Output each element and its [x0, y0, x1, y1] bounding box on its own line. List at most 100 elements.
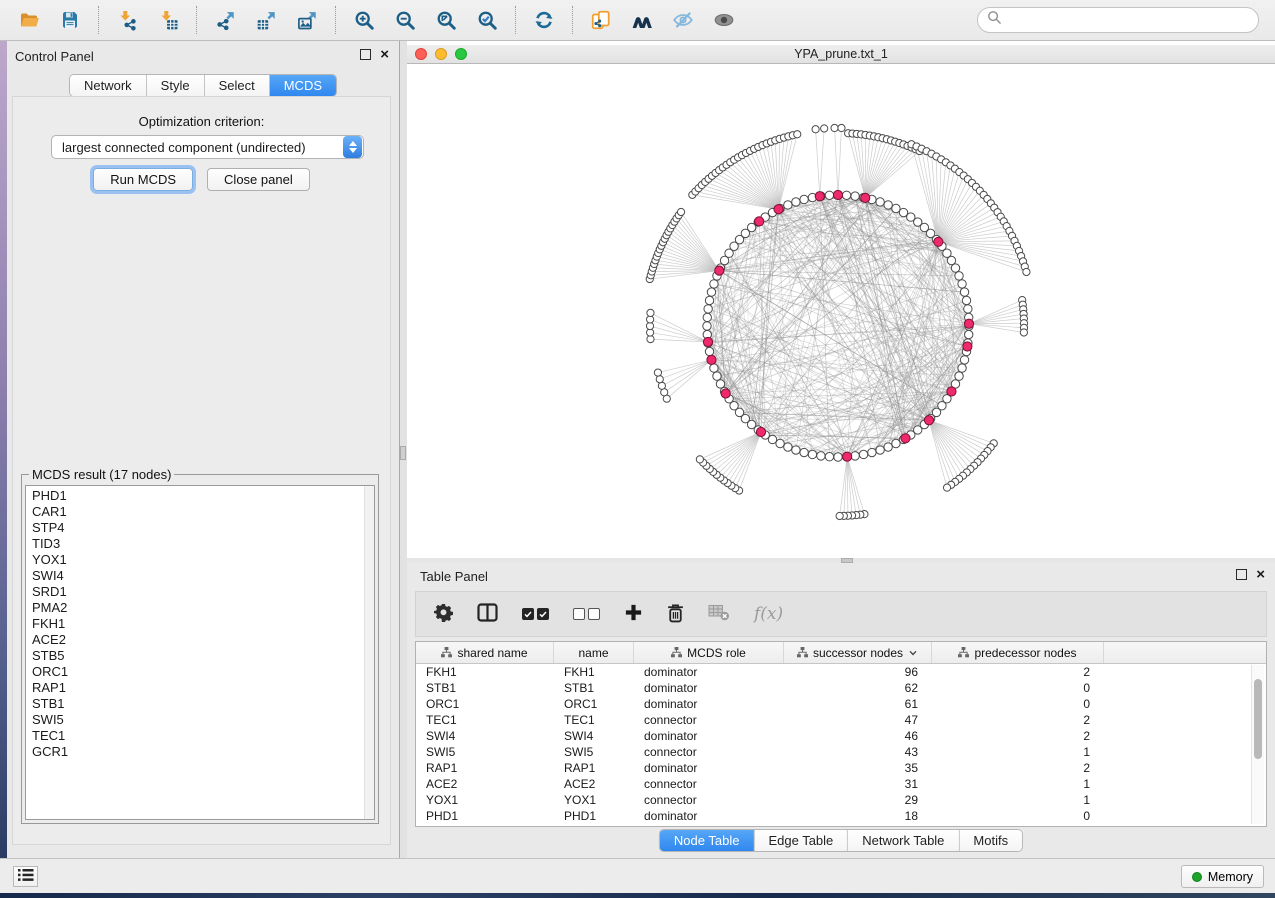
cell-shared-name: YOX1	[416, 793, 554, 807]
result-node[interactable]: TEC1	[32, 728, 374, 744]
cell-predecessor-nodes: 2	[932, 761, 1104, 775]
result-node[interactable]: SRD1	[32, 584, 374, 600]
table-settings-button[interactable]	[434, 603, 453, 625]
search-input[interactable]	[1007, 12, 1258, 29]
result-node[interactable]: PMA2	[32, 600, 374, 616]
result-node[interactable]: PHD1	[32, 488, 374, 504]
show-all-button[interactable]	[707, 3, 741, 37]
result-node[interactable]: SWI5	[32, 712, 374, 728]
table-row[interactable]: FKH1FKH1dominator962	[416, 664, 1266, 680]
cell-name: RAP1	[554, 761, 634, 775]
column-header-successor-nodes[interactable]: successor nodes	[784, 642, 932, 663]
tab-edge-table[interactable]: Edge Table	[754, 830, 848, 851]
cell-predecessor-nodes: 1	[932, 745, 1104, 759]
result-node[interactable]: YOX1	[32, 552, 374, 568]
table-row[interactable]: SWI4SWI4dominator462	[416, 728, 1266, 744]
column-header-predecessor-nodes[interactable]: predecessor nodes	[932, 642, 1104, 663]
tab-mcds[interactable]: MCDS	[270, 75, 336, 96]
result-node[interactable]: CAR1	[32, 504, 374, 520]
tab-select[interactable]: Select	[205, 75, 270, 96]
select-all-rows-button[interactable]	[522, 608, 549, 620]
delete-column-button[interactable]	[667, 603, 684, 626]
column-header-name[interactable]: name	[554, 642, 634, 663]
table-row[interactable]: PHD1PHD1dominator180	[416, 808, 1266, 824]
task-history-button[interactable]	[13, 866, 38, 887]
table-panel-title: Table Panel	[420, 569, 488, 584]
result-node[interactable]: RAP1	[32, 680, 374, 696]
table-row[interactable]: STB1STB1dominator620	[416, 680, 1266, 696]
export-table-button[interactable]	[249, 3, 283, 37]
memory-button[interactable]: Memory	[1181, 865, 1264, 888]
tab-style[interactable]: Style	[147, 75, 205, 96]
result-node[interactable]: STB5	[32, 648, 374, 664]
result-node[interactable]: TID3	[32, 536, 374, 552]
network-graph[interactable]	[407, 64, 1275, 558]
zoom-selected-button[interactable]	[470, 3, 504, 37]
list-icon	[18, 869, 34, 884]
result-scrollbar[interactable]	[364, 486, 374, 819]
cell-predecessor-nodes: 0	[932, 681, 1104, 695]
network-window-title: YPA_prune.txt_1	[407, 47, 1275, 61]
result-node[interactable]: ACE2	[32, 632, 374, 648]
table-scrollbar[interactable]	[1251, 665, 1264, 824]
zoom-in-button[interactable]	[347, 3, 381, 37]
zoom-out-button[interactable]	[388, 3, 422, 37]
function-builder-button[interactable]: f(x)	[754, 604, 783, 624]
cell-predecessor-nodes: 0	[932, 697, 1104, 711]
import-table-button[interactable]	[151, 3, 185, 37]
status-bar: Memory	[0, 858, 1275, 893]
unchecked-boxes-icon	[573, 608, 600, 620]
close-panel-icon[interactable]: ×	[380, 50, 389, 59]
cell-shared-name: SWI5	[416, 745, 554, 759]
column-header-MCDS-role[interactable]: MCDS role	[634, 642, 784, 663]
table-row[interactable]: ACE2ACE2connector311	[416, 776, 1266, 792]
table-scrollbar-thumb[interactable]	[1254, 679, 1262, 759]
close-table-panel-icon[interactable]: ×	[1256, 570, 1265, 579]
run-mcds-button[interactable]: Run MCDS	[93, 168, 193, 191]
tab-motifs[interactable]: Motifs	[959, 830, 1022, 851]
result-node[interactable]: SWI4	[32, 568, 374, 584]
table-row[interactable]: TEC1TEC1connector472	[416, 712, 1266, 728]
deselect-all-rows-button[interactable]	[573, 608, 600, 620]
optimization-criterion-select[interactable]: largest connected component (undirected)	[51, 135, 364, 159]
close-mcds-panel-button[interactable]: Close panel	[207, 168, 310, 191]
tab-network[interactable]: Network	[70, 75, 147, 96]
open-session-button[interactable]	[12, 3, 46, 37]
first-neighbors-button[interactable]	[625, 3, 659, 37]
table-row[interactable]: RAP1RAP1dominator352	[416, 760, 1266, 776]
result-node[interactable]: STP4	[32, 520, 374, 536]
float-table-panel-icon[interactable]	[1236, 569, 1247, 580]
network-view-window: YPA_prune.txt_1	[407, 41, 1275, 558]
table-row[interactable]: ORC1ORC1dominator610	[416, 696, 1266, 712]
save-session-button[interactable]	[53, 3, 87, 37]
cell-name: ACE2	[554, 777, 634, 791]
create-network-from-selection-button[interactable]	[584, 3, 618, 37]
import-network-button[interactable]	[110, 3, 144, 37]
result-node[interactable]: GCR1	[32, 744, 374, 760]
add-column-button[interactable]	[624, 603, 643, 625]
tab-network-table[interactable]: Network Table	[848, 830, 959, 851]
export-network-button[interactable]	[208, 3, 242, 37]
result-node[interactable]: FKH1	[32, 616, 374, 632]
table-columns-button[interactable]	[477, 603, 498, 625]
zoom-fit-button[interactable]	[429, 3, 463, 37]
column-label: shared name	[457, 646, 527, 660]
column-header-shared-name[interactable]: shared name	[416, 642, 554, 663]
delete-table-button[interactable]	[708, 604, 730, 624]
tree-icon	[958, 647, 969, 658]
result-node[interactable]: STB1	[32, 696, 374, 712]
float-panel-icon[interactable]	[360, 49, 371, 60]
tab-node-table[interactable]: Node Table	[660, 830, 755, 851]
network-canvas[interactable]	[407, 64, 1275, 558]
table-row[interactable]: YOX1YOX1connector291	[416, 792, 1266, 808]
hide-selected-button[interactable]	[666, 3, 700, 37]
refresh-view-button[interactable]	[527, 3, 561, 37]
export-image-button[interactable]	[290, 3, 324, 37]
result-node[interactable]: ORC1	[32, 664, 374, 680]
cell-shared-name: ORC1	[416, 697, 554, 711]
table-row[interactable]: SWI5SWI5connector431	[416, 744, 1266, 760]
select-stepper-icon	[343, 136, 362, 158]
network-window-titlebar[interactable]: YPA_prune.txt_1	[407, 45, 1275, 64]
splitter-grip[interactable]	[400, 446, 406, 460]
mcds-result-list[interactable]: PHD1CAR1STP4TID3YOX1SWI4SRD1PMA2FKH1ACE2…	[25, 485, 375, 820]
